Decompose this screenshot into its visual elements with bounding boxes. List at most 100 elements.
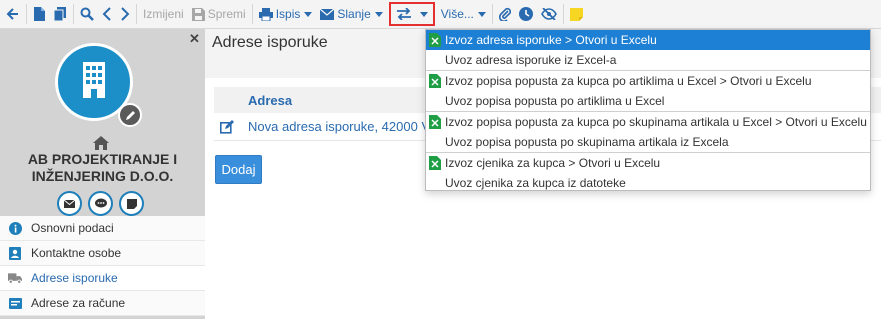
page-title: Adrese isporuke <box>212 34 328 51</box>
sidebar-item-contacts[interactable]: Kontaktne osobe <box>0 241 205 266</box>
attachment-button[interactable] <box>495 3 515 25</box>
excel-icon <box>429 33 441 47</box>
edit-avatar-button[interactable] <box>118 103 142 127</box>
menu-item-import-discounts-by-item[interactable]: Uvoz popisa popusta po artiklima u Excel <box>426 91 870 111</box>
document-icon <box>34 7 45 21</box>
close-icon[interactable]: ✕ <box>189 31 200 47</box>
menu-item-import-price-list[interactable]: Uvoz cjenika za kupca iz datoteke <box>426 173 870 193</box>
building-icon <box>83 62 105 98</box>
print-button[interactable]: Ispis <box>255 3 317 25</box>
edit-icon[interactable] <box>220 119 234 134</box>
save-button[interactable]: Spremi <box>188 3 250 25</box>
back-button[interactable] <box>2 3 24 25</box>
menu-item-label: Uvoz popisa popusta po skupinama artikal… <box>445 135 729 149</box>
next-button[interactable] <box>116 3 134 25</box>
contact-icon <box>8 246 22 260</box>
sticky-note-icon <box>569 7 583 21</box>
arrow-left-icon <box>6 8 18 20</box>
chevron-down-icon <box>477 11 486 17</box>
column-header-address[interactable]: Adresa <box>248 93 292 108</box>
send-button-label: Slanje <box>337 7 371 21</box>
previous-button[interactable] <box>98 3 116 25</box>
home-icon <box>93 136 109 150</box>
toolbar-divider <box>251 4 253 24</box>
copy-icon <box>53 7 66 21</box>
print-button-label: Ispis <box>275 7 301 21</box>
search-button[interactable] <box>76 3 98 25</box>
company-name-line1: AB PROJEKTIRANJE I <box>27 151 178 167</box>
excel-icon <box>429 156 441 170</box>
message-button[interactable] <box>88 191 113 216</box>
toolbar-divider <box>73 4 74 24</box>
save-button-label: Spremi <box>207 7 246 21</box>
eye-slash-icon <box>540 8 557 20</box>
menu-item-label: Uvoz popisa popusta po artiklima u Excel <box>445 94 665 108</box>
add-button[interactable]: Dodaj <box>215 155 262 184</box>
note-button[interactable] <box>566 3 587 25</box>
clock-icon <box>518 7 533 21</box>
sidebar: ✕ AB PROJEKTIRANJE I INŽENJERING D.O.O. … <box>0 29 205 319</box>
hide-button[interactable] <box>537 3 561 25</box>
menu-item-import-delivery-addresses[interactable]: Uvoz adresa isporuke iz Excel-a <box>426 50 870 70</box>
sidebar-item-basic-data[interactable]: Osnovni podaci <box>0 216 205 241</box>
contact-actions <box>57 191 144 216</box>
more-button[interactable]: Više... <box>437 3 490 25</box>
menu-item-export-delivery-addresses[interactable]: Izvoz adresa isporuke > Otvori u Excelu <box>426 30 870 50</box>
toolbar-divider <box>562 4 564 24</box>
edit-button-label: Izmijeni <box>143 7 184 21</box>
menu-item-export-price-list[interactable]: Izvoz cjenika za kupca > Otvori u Excelu <box>426 153 870 173</box>
copy-button[interactable] <box>49 3 71 25</box>
excel-icon <box>429 74 441 88</box>
search-icon <box>80 7 94 21</box>
sticky-note-icon <box>126 198 137 209</box>
send-button[interactable]: Slanje <box>316 3 386 25</box>
chevron-down-icon <box>374 11 383 17</box>
import-export-button[interactable] <box>388 2 435 26</box>
chat-icon <box>94 198 107 208</box>
exchange-icon <box>396 8 411 20</box>
sidebar-nav: Osnovni podaci Kontaktne osobe Adrese is… <box>0 216 205 316</box>
toolbar-divider <box>136 4 137 24</box>
address-link[interactable]: Nova adresa isporuke, 42000 V <box>248 119 430 134</box>
menu-item-label: Izvoz adresa isporuke > Otvori u Excelu <box>445 33 657 47</box>
company-name: AB PROJEKTIRANJE I INŽENJERING D.O.O. <box>0 151 205 185</box>
envelope-icon <box>64 199 75 208</box>
menu-item-label: Izvoz popisa popusta za kupca po artikli… <box>445 74 812 88</box>
company-name-line2: INŽENJERING D.O.O. <box>31 168 174 184</box>
menu-item-label: Izvoz cjenika za kupca > Otvori u Excelu <box>445 156 661 170</box>
sidebar-item-billing-addresses[interactable]: Adrese za račune <box>0 291 205 316</box>
email-button[interactable] <box>57 191 82 216</box>
note-button[interactable] <box>119 191 144 216</box>
sidebar-item-label: Adrese isporuke <box>31 271 118 285</box>
sidebar-item-delivery-addresses[interactable]: Adrese isporuke <box>0 266 205 291</box>
sidebar-item-label: Adrese za račune <box>31 296 126 310</box>
sidebar-item-label: Osnovni podaci <box>31 221 114 235</box>
menu-item-export-discounts-by-group[interactable]: Izvoz popisa popusta za kupca po skupina… <box>426 112 870 132</box>
pencil-icon <box>125 110 135 120</box>
chevron-left-icon <box>102 7 111 21</box>
menu-item-label: Uvoz adresa isporuke iz Excel-a <box>445 53 617 67</box>
envelope-icon <box>320 8 335 20</box>
menu-item-label: Uvoz cjenika za kupca iz datoteke <box>445 176 626 190</box>
printer-icon <box>258 7 273 21</box>
menu-item-label: Izvoz popisa popusta za kupca po skupina… <box>445 115 867 129</box>
chevron-right-icon <box>121 7 130 21</box>
more-button-label: Više... <box>440 7 474 21</box>
toolbar-divider <box>26 4 27 24</box>
save-icon <box>191 7 205 21</box>
menu-item-export-discounts-by-item[interactable]: Izvoz popisa popusta za kupca po artikli… <box>426 71 870 91</box>
info-icon <box>8 221 22 235</box>
excel-icon <box>429 115 441 129</box>
history-button[interactable] <box>515 3 537 25</box>
chevron-down-icon <box>419 11 428 17</box>
truck-icon <box>8 271 22 285</box>
invoice-icon <box>8 296 22 310</box>
menu-item-import-discounts-by-group[interactable]: Uvoz popisa popusta po skupinama artikal… <box>426 132 870 152</box>
toolbar: Izmijeni Spremi Ispis Slanje Više... <box>0 0 881 29</box>
new-document-button[interactable] <box>29 3 49 25</box>
chevron-down-icon <box>304 11 313 17</box>
toolbar-divider <box>491 4 493 24</box>
import-export-menu: Izvoz adresa isporuke > Otvori u Excelu … <box>425 29 871 191</box>
paperclip-icon <box>498 7 511 21</box>
edit-button[interactable]: Izmijeni <box>139 3 188 25</box>
